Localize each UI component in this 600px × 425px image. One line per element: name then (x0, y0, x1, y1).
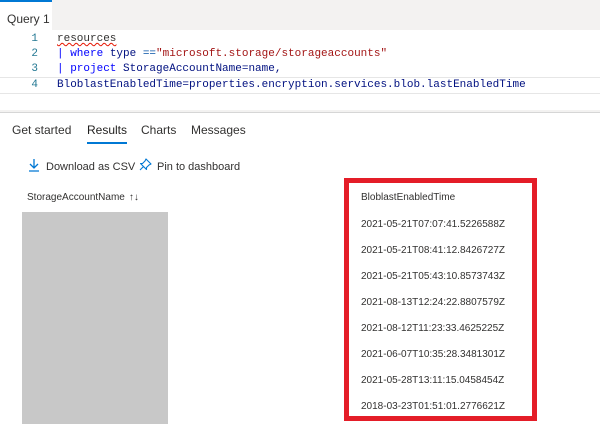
query-editor[interactable]: 1 resources 2 | where type =="microsoft.… (0, 30, 600, 110)
tab-messages[interactable]: Messages (191, 123, 246, 137)
query-tab[interactable]: Query 1 (0, 0, 52, 30)
sort-icon[interactable]: ↑↓ (129, 192, 139, 203)
line-number: 1 (31, 33, 38, 45)
pin-icon (139, 158, 152, 171)
code-line-3: 3 | project StorageAccountName=name, (0, 62, 600, 77)
tab-charts[interactable]: Charts (141, 123, 176, 137)
redacted-account-names (22, 212, 168, 424)
query-tab-label: Query 1 (7, 12, 50, 26)
code-text: | project StorageAccountName=name, (57, 63, 282, 75)
column-header-label: StorageAccountName (27, 192, 125, 203)
download-icon (29, 159, 39, 172)
download-csv-label: Download as CSV (46, 161, 136, 173)
pin-to-dashboard-label: Pin to dashboard (157, 161, 241, 173)
code-line-4: 4 BloblastEnabledTime=properties.encrypt… (0, 77, 600, 94)
line-number: 4 (31, 79, 38, 91)
line-number: 2 (31, 48, 38, 60)
download-csv-button[interactable]: Download as CSV (28, 157, 136, 177)
code-line-2: 2 | where type =="microsoft.storage/stor… (0, 47, 600, 62)
code-line-1: 1 resources (0, 32, 600, 47)
highlight-annotation-box (344, 178, 537, 421)
tab-get-started[interactable]: Get started (12, 123, 71, 137)
tab-results[interactable]: Results (87, 123, 128, 144)
code-text: BloblastEnabledTime=properties.encryptio… (57, 79, 526, 91)
results-tabs: Get started Results Charts Messages (0, 113, 600, 145)
code-text: resources (57, 33, 117, 45)
pin-to-dashboard-button[interactable]: Pin to dashboard (139, 157, 244, 177)
code-text: | where type =="microsoft.storage/storag… (57, 48, 388, 60)
column-header-storageaccountname[interactable]: StorageAccountName ↑↓ (27, 192, 139, 203)
line-number: 3 (31, 63, 38, 75)
